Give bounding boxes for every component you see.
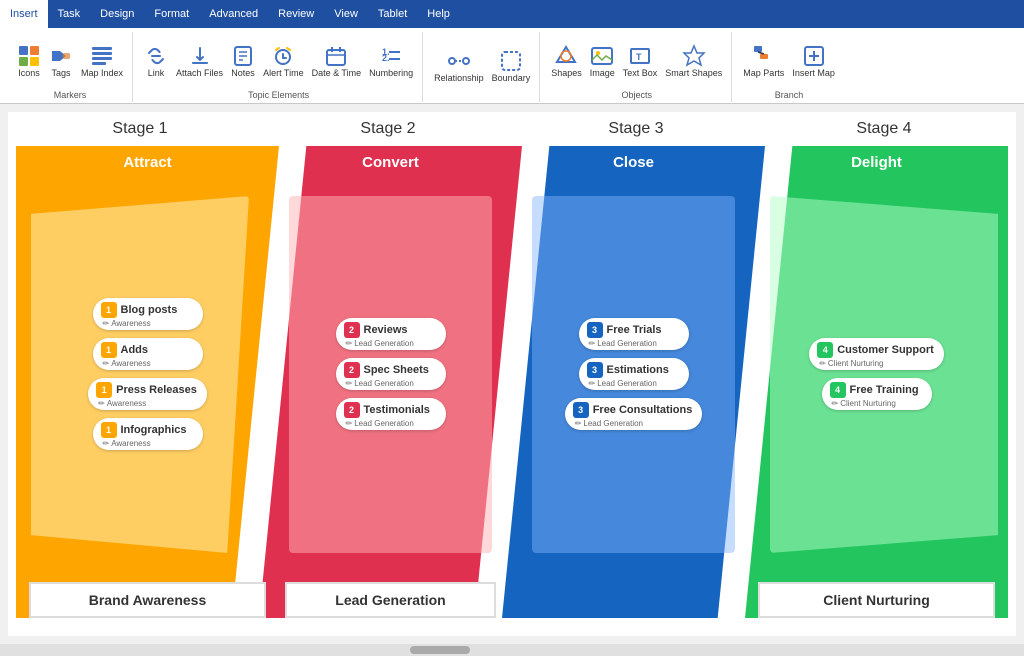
tags-icon	[49, 44, 73, 68]
tab-help[interactable]: Help	[417, 0, 460, 28]
relationship-button[interactable]: Relationship	[431, 47, 487, 85]
tab-format[interactable]: Format	[144, 0, 199, 28]
shapes-icon	[554, 44, 578, 68]
alert-time-button[interactable]: Alert Time	[260, 42, 307, 80]
text-box-icon: T	[628, 44, 652, 68]
attach-files-button[interactable]: Attach Files	[173, 42, 226, 80]
tab-advanced[interactable]: Advanced	[199, 0, 268, 28]
ribbon-group-rel: Relationship Boundary	[425, 32, 540, 102]
markers-label: Markers	[54, 88, 87, 100]
stage4-bottom: Client Nurturing	[758, 582, 995, 618]
stage-headers: Stage 1 Stage 2 Stage 3 Stage 4	[16, 120, 1008, 138]
boundary-button[interactable]: Boundary	[489, 47, 534, 85]
shapes-button[interactable]: Shapes	[548, 42, 585, 80]
stages-diagram: Stage 1 Stage 2 Stage 3 Stage 4 Attract …	[16, 120, 1008, 628]
topic-reviews[interactable]: 2Reviews ✏Lead Generation	[336, 318, 446, 350]
stage4-content: 4Customer Support ✏Client Nurturing 4Fre…	[745, 190, 1008, 558]
topic-press-releases[interactable]: 1Press Releases ✏Awareness	[88, 378, 207, 410]
ribbon: Icons Tags Map Index Markers	[0, 28, 1024, 104]
stage3-column: Close 3Free Trials ✏Lead Generation 3Est…	[502, 146, 765, 618]
stage2-bottom: Lead Generation	[285, 582, 495, 618]
map-index-button[interactable]: Map Index	[78, 42, 126, 80]
stage4-header: Stage 4	[760, 120, 1008, 138]
notes-button[interactable]: Notes	[228, 42, 258, 80]
stage1-content: 1Blog posts ✏Awareness 1Adds ✏Awareness …	[16, 190, 279, 558]
topic-infographics[interactable]: 1Infographics ✏Awareness	[93, 418, 203, 450]
branch-label: Branch	[775, 88, 804, 100]
svg-text:T: T	[636, 52, 642, 62]
ribbon-group-branch: Map Parts Insert Map Branch	[734, 32, 844, 102]
scrollbar-thumb[interactable]	[410, 646, 470, 654]
stage2-column: Convert 2Reviews ✏Lead Generation 2Spec …	[259, 146, 522, 618]
notes-icon	[231, 44, 255, 68]
tab-view[interactable]: View	[324, 0, 368, 28]
stage4-column: Delight 4Customer Support ✏Client Nurtur…	[745, 146, 1008, 618]
topic-free-training[interactable]: 4Free Training ✏Client Nurturing	[822, 378, 932, 410]
menu-bar: Insert Task Design Format Advanced Revie…	[0, 0, 1024, 28]
stage1-title: Attract	[16, 146, 279, 179]
svg-text:2.: 2.	[382, 53, 390, 63]
stage2-title: Convert	[259, 146, 522, 179]
icons-button[interactable]: Icons	[14, 42, 44, 80]
stage2-header: Stage 2	[264, 120, 512, 138]
map-parts-button[interactable]: Map Parts	[740, 42, 787, 80]
map-index-icon	[90, 44, 114, 68]
tab-design[interactable]: Design	[90, 0, 144, 28]
tab-tablet[interactable]: Tablet	[368, 0, 417, 28]
insert-map-icon	[802, 44, 826, 68]
stage4-title: Delight	[745, 146, 1008, 179]
stage3-title: Close	[502, 146, 765, 179]
topic-adds[interactable]: 1Adds ✏Awareness	[93, 338, 203, 370]
image-icon	[590, 44, 614, 68]
topic-free-consultations[interactable]: 3Free Consultations ✏Lead Generation	[565, 398, 703, 430]
objects-label: Objects	[621, 88, 652, 100]
text-box-button[interactable]: T Text Box	[620, 42, 661, 80]
stage3-content: 3Free Trials ✏Lead Generation 3Estimatio…	[502, 190, 765, 558]
link-icon	[144, 44, 168, 68]
icons-icon	[17, 44, 41, 68]
ribbon-group-topic-elements: Link Attach Files Notes	[135, 32, 423, 102]
stage2-content: 2Reviews ✏Lead Generation 2Spec Sheets ✏…	[259, 190, 522, 558]
topic-spec-sheets[interactable]: 2Spec Sheets ✏Lead Generation	[336, 358, 446, 390]
date-time-button[interactable]: Date & Time	[309, 42, 365, 80]
stage1-column: Attract 1Blog posts ✏Awareness 1Adds ✏Aw…	[16, 146, 279, 618]
tab-task[interactable]: Task	[48, 0, 91, 28]
image-button[interactable]: Image	[587, 42, 618, 80]
smart-shapes-icon	[682, 44, 706, 68]
boundary-icon	[499, 49, 523, 73]
ribbon-group-markers: Icons Tags Map Index Markers	[8, 32, 133, 102]
relationship-icon	[447, 49, 471, 73]
topic-elements-label: Topic Elements	[248, 88, 309, 100]
horizontal-scrollbar[interactable]	[0, 644, 1024, 656]
numbering-button[interactable]: 1.2. Numbering	[366, 42, 416, 80]
topic-testimonials[interactable]: 2Testimonials ✏Lead Generation	[336, 398, 446, 430]
date-time-icon	[324, 44, 348, 68]
attach-files-icon	[188, 44, 212, 68]
main-canvas: Stage 1 Stage 2 Stage 3 Stage 4 Attract …	[8, 112, 1016, 636]
topic-blog-posts[interactable]: 1Blog posts ✏Awareness	[93, 298, 203, 330]
ribbon-group-objects: Shapes Image T Text Box	[542, 32, 732, 102]
smart-shapes-button[interactable]: Smart Shapes	[662, 42, 725, 80]
insert-map-button[interactable]: Insert Map	[789, 42, 838, 80]
topic-estimations[interactable]: 3Estimations ✏Lead Generation	[579, 358, 689, 390]
stage3-header: Stage 3	[512, 120, 760, 138]
numbering-icon: 1.2.	[379, 44, 403, 68]
tab-review[interactable]: Review	[268, 0, 324, 28]
map-parts-icon	[752, 44, 776, 68]
topic-customer-support[interactable]: 4Customer Support ✏Client Nurturing	[809, 338, 944, 370]
tab-insert[interactable]: Insert	[0, 0, 48, 28]
tags-button[interactable]: Tags	[46, 42, 76, 80]
stage1-bottom: Brand Awareness	[29, 582, 266, 618]
topic-free-trials[interactable]: 3Free Trials ✏Lead Generation	[579, 318, 689, 350]
alert-time-icon	[271, 44, 295, 68]
stage1-header: Stage 1	[16, 120, 264, 138]
link-button[interactable]: Link	[141, 42, 171, 80]
